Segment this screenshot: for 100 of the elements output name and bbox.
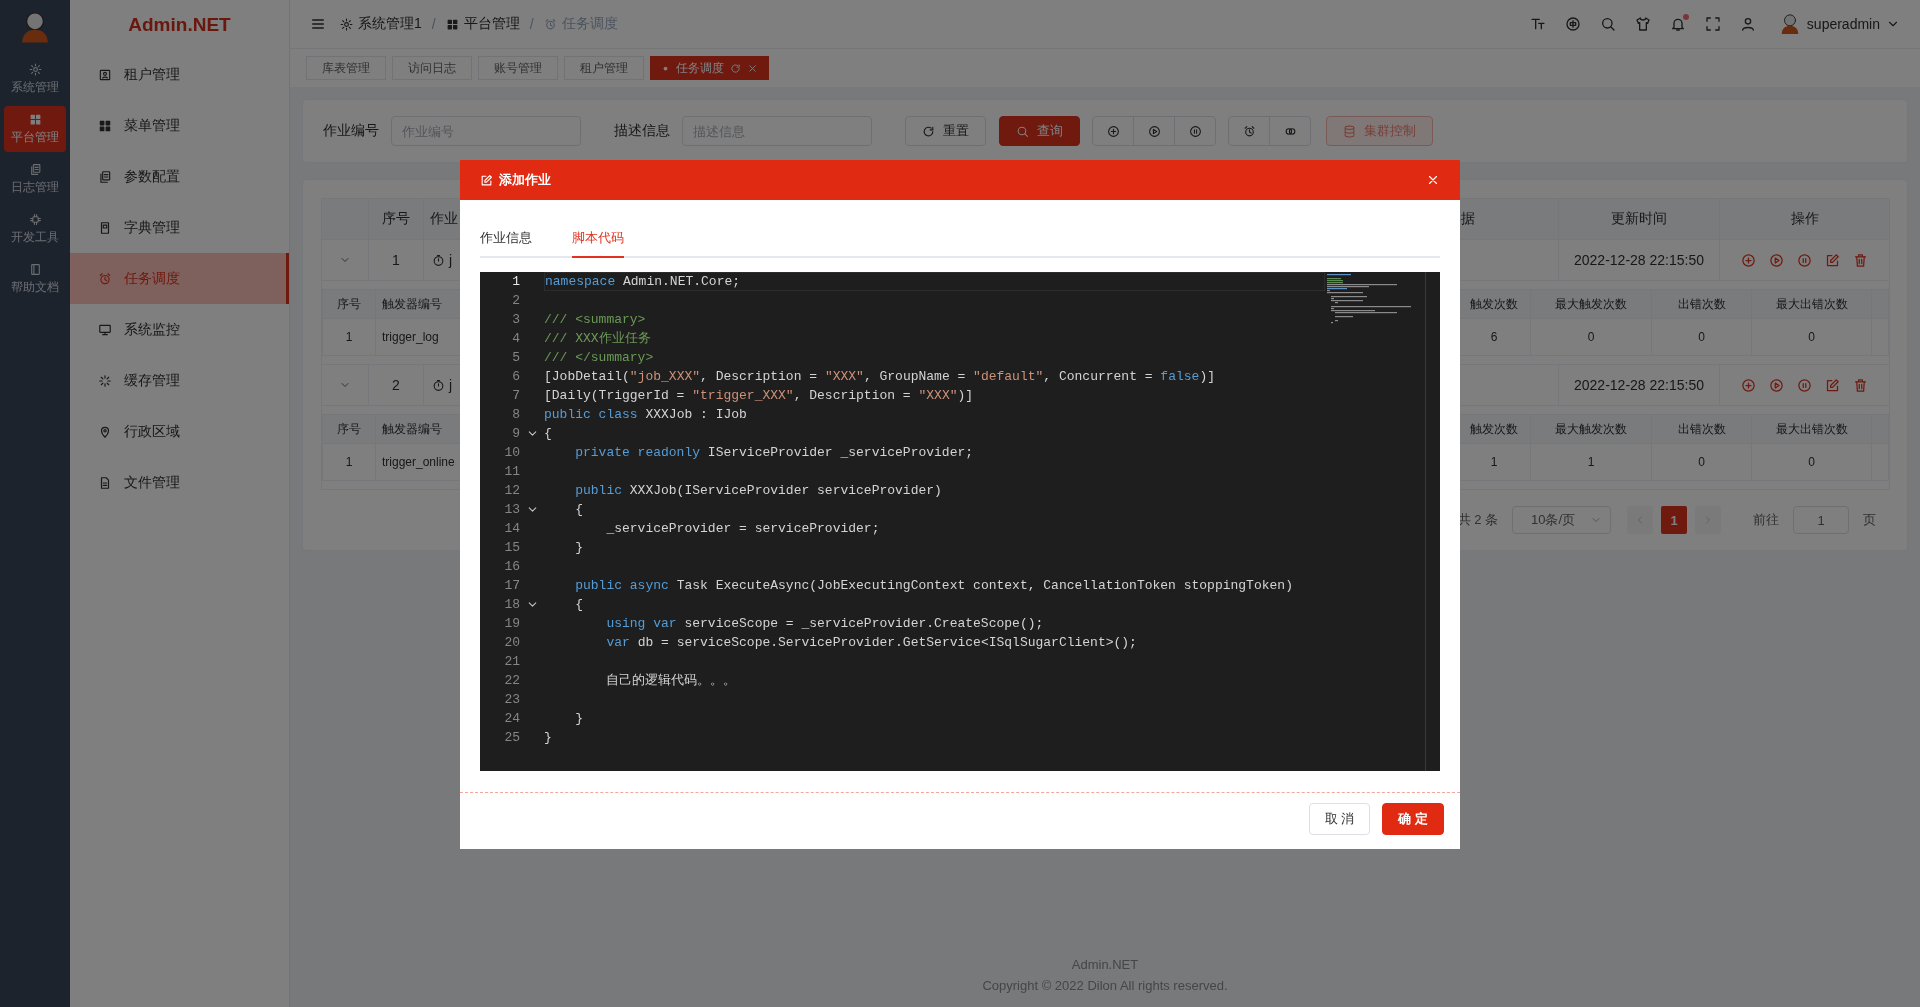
page-input[interactable]: 1 bbox=[1793, 506, 1849, 534]
tab[interactable]: 作业信息 bbox=[480, 218, 532, 258]
line-number: 14 bbox=[503, 521, 520, 536]
menu-icon[interactable] bbox=[310, 16, 326, 32]
table-cell: j bbox=[449, 377, 453, 393]
table-header-cell: 最大出错次数 bbox=[1752, 415, 1872, 443]
code-line: using var serviceScope = _serviceProvider.CreateScope(); bbox=[605, 615, 1045, 633]
menu-item[interactable]: 系统监控 bbox=[70, 304, 289, 355]
line-number: 16 bbox=[503, 559, 520, 574]
toolbar-button[interactable] bbox=[1092, 116, 1134, 146]
tab[interactable]: 租户管理 bbox=[564, 56, 644, 80]
shirt-icon[interactable] bbox=[1634, 16, 1651, 32]
page-size-select[interactable]: 10条/页 bbox=[1512, 506, 1611, 534]
database-icon bbox=[1343, 124, 1356, 138]
tab[interactable]: 任务调度 bbox=[650, 56, 769, 80]
language-icon[interactable] bbox=[1564, 16, 1581, 32]
tab[interactable]: 账号管理 bbox=[478, 56, 558, 80]
nav-item[interactable]: 日志管理 bbox=[4, 156, 66, 202]
tab[interactable]: 脚本代码 bbox=[572, 218, 624, 258]
code-line: public XXXJob(IServiceProvider serviceProvider) bbox=[574, 482, 943, 500]
documents-icon bbox=[28, 162, 42, 176]
line-number: 24 bbox=[503, 711, 520, 726]
line-number: 17 bbox=[503, 578, 520, 593]
trash-icon[interactable] bbox=[1853, 377, 1868, 393]
refresh-icon bbox=[922, 124, 935, 138]
cluster-control-button[interactable]: 集群控制 bbox=[1326, 116, 1433, 146]
nav-item[interactable]: 开发工具 bbox=[4, 206, 66, 252]
menu-item[interactable]: 租户管理 bbox=[70, 49, 289, 100]
breadcrumb-separator: / bbox=[529, 16, 534, 32]
line-number: 1 bbox=[511, 274, 520, 289]
table-cell: 0 bbox=[1752, 319, 1872, 355]
user-icon[interactable] bbox=[1739, 16, 1756, 32]
code-line: _serviceProvider = serviceProvider; bbox=[605, 520, 881, 538]
line-number: 25 bbox=[503, 730, 520, 745]
bell-icon[interactable] bbox=[1669, 16, 1686, 32]
field-label: 作业编号 bbox=[323, 122, 379, 140]
plus-circle-icon[interactable] bbox=[1741, 252, 1756, 268]
table-cell: 0 bbox=[1752, 444, 1872, 480]
line-number: 2 bbox=[511, 293, 520, 308]
grid-icon bbox=[445, 17, 459, 31]
user-menu[interactable]: superadmin bbox=[1778, 12, 1900, 36]
table-cell: 0 bbox=[1652, 444, 1752, 480]
line-number: 20 bbox=[503, 635, 520, 650]
trash-icon[interactable] bbox=[1853, 252, 1868, 268]
edit-icon[interactable] bbox=[1825, 252, 1840, 268]
nav-item[interactable]: 系统管理 bbox=[4, 56, 66, 102]
pause-circle-icon[interactable] bbox=[1797, 252, 1812, 268]
nav-item[interactable]: 帮助文档 bbox=[4, 256, 66, 302]
table-header-cell: 更新时间 bbox=[1559, 199, 1720, 239]
line-number: 5 bbox=[511, 350, 520, 365]
tab[interactable]: 库表管理 bbox=[306, 56, 386, 80]
goto-label: 前往 bbox=[1753, 511, 1779, 529]
line-number: 12 bbox=[503, 483, 520, 498]
tab[interactable]: 访问日志 bbox=[392, 56, 472, 80]
search-icon[interactable] bbox=[1599, 16, 1616, 32]
plus-circle-icon[interactable] bbox=[1741, 377, 1756, 393]
play-circle-icon[interactable] bbox=[1769, 252, 1784, 268]
file-icon bbox=[98, 475, 112, 490]
table-cell: 1 bbox=[323, 319, 376, 355]
edit-icon[interactable] bbox=[1825, 377, 1840, 393]
table-cell: 2022-12-28 22:15:50 bbox=[1559, 365, 1720, 405]
toolbar-button[interactable] bbox=[1133, 116, 1175, 146]
toolbar-button[interactable] bbox=[1174, 116, 1216, 146]
page-button[interactable]: 1 bbox=[1661, 506, 1687, 534]
table-header-cell: 序号 bbox=[369, 199, 424, 239]
menu-item[interactable]: 字典管理 bbox=[70, 202, 289, 253]
confirm-button[interactable]: 确 定 bbox=[1382, 803, 1444, 835]
menu-item[interactable]: 菜单管理 bbox=[70, 100, 289, 151]
menu-item[interactable]: 参数配置 bbox=[70, 151, 289, 202]
code-line: { bbox=[574, 501, 584, 519]
breadcrumb-item[interactable]: 平台管理 bbox=[445, 15, 520, 33]
table-cell: 1 bbox=[323, 444, 376, 480]
edit-icon bbox=[480, 173, 493, 187]
toolbar-button[interactable] bbox=[1228, 116, 1270, 146]
play-circle-icon[interactable] bbox=[1769, 377, 1784, 393]
close-icon[interactable] bbox=[1426, 173, 1440, 187]
play-circle-icon bbox=[1147, 124, 1161, 138]
menu-item[interactable]: 缓存管理 bbox=[70, 355, 289, 406]
search-button[interactable]: 查询 bbox=[999, 116, 1080, 146]
breadcrumb-item[interactable]: 系统管理1 bbox=[340, 15, 422, 33]
pause-circle-icon[interactable] bbox=[1797, 377, 1812, 393]
code-line: 自己的逻辑代码。。。 bbox=[605, 672, 738, 690]
table-header-cell: 序号 bbox=[323, 415, 376, 443]
chip-icon bbox=[28, 212, 42, 226]
menu-item[interactable]: 任务调度 bbox=[70, 253, 289, 304]
font-size-icon[interactable] bbox=[1529, 16, 1546, 32]
reset-button[interactable]: 重置 bbox=[905, 116, 986, 146]
close-icon[interactable] bbox=[747, 62, 758, 74]
refresh-icon[interactable] bbox=[730, 62, 741, 74]
menu-item[interactable]: 文件管理 bbox=[70, 457, 289, 508]
cancel-button[interactable]: 取 消 bbox=[1308, 803, 1371, 835]
toolbar-button[interactable] bbox=[1269, 116, 1311, 146]
line-number: 18 bbox=[503, 597, 520, 612]
line-number: 13 bbox=[503, 502, 520, 517]
nav-item[interactable]: 平台管理 bbox=[4, 106, 66, 152]
menu-item[interactable]: 行政区域 bbox=[70, 406, 289, 457]
code-line: } bbox=[574, 539, 584, 557]
location-pin-icon bbox=[98, 424, 112, 439]
line-number: 15 bbox=[503, 540, 520, 555]
fullscreen-icon[interactable] bbox=[1704, 16, 1721, 32]
